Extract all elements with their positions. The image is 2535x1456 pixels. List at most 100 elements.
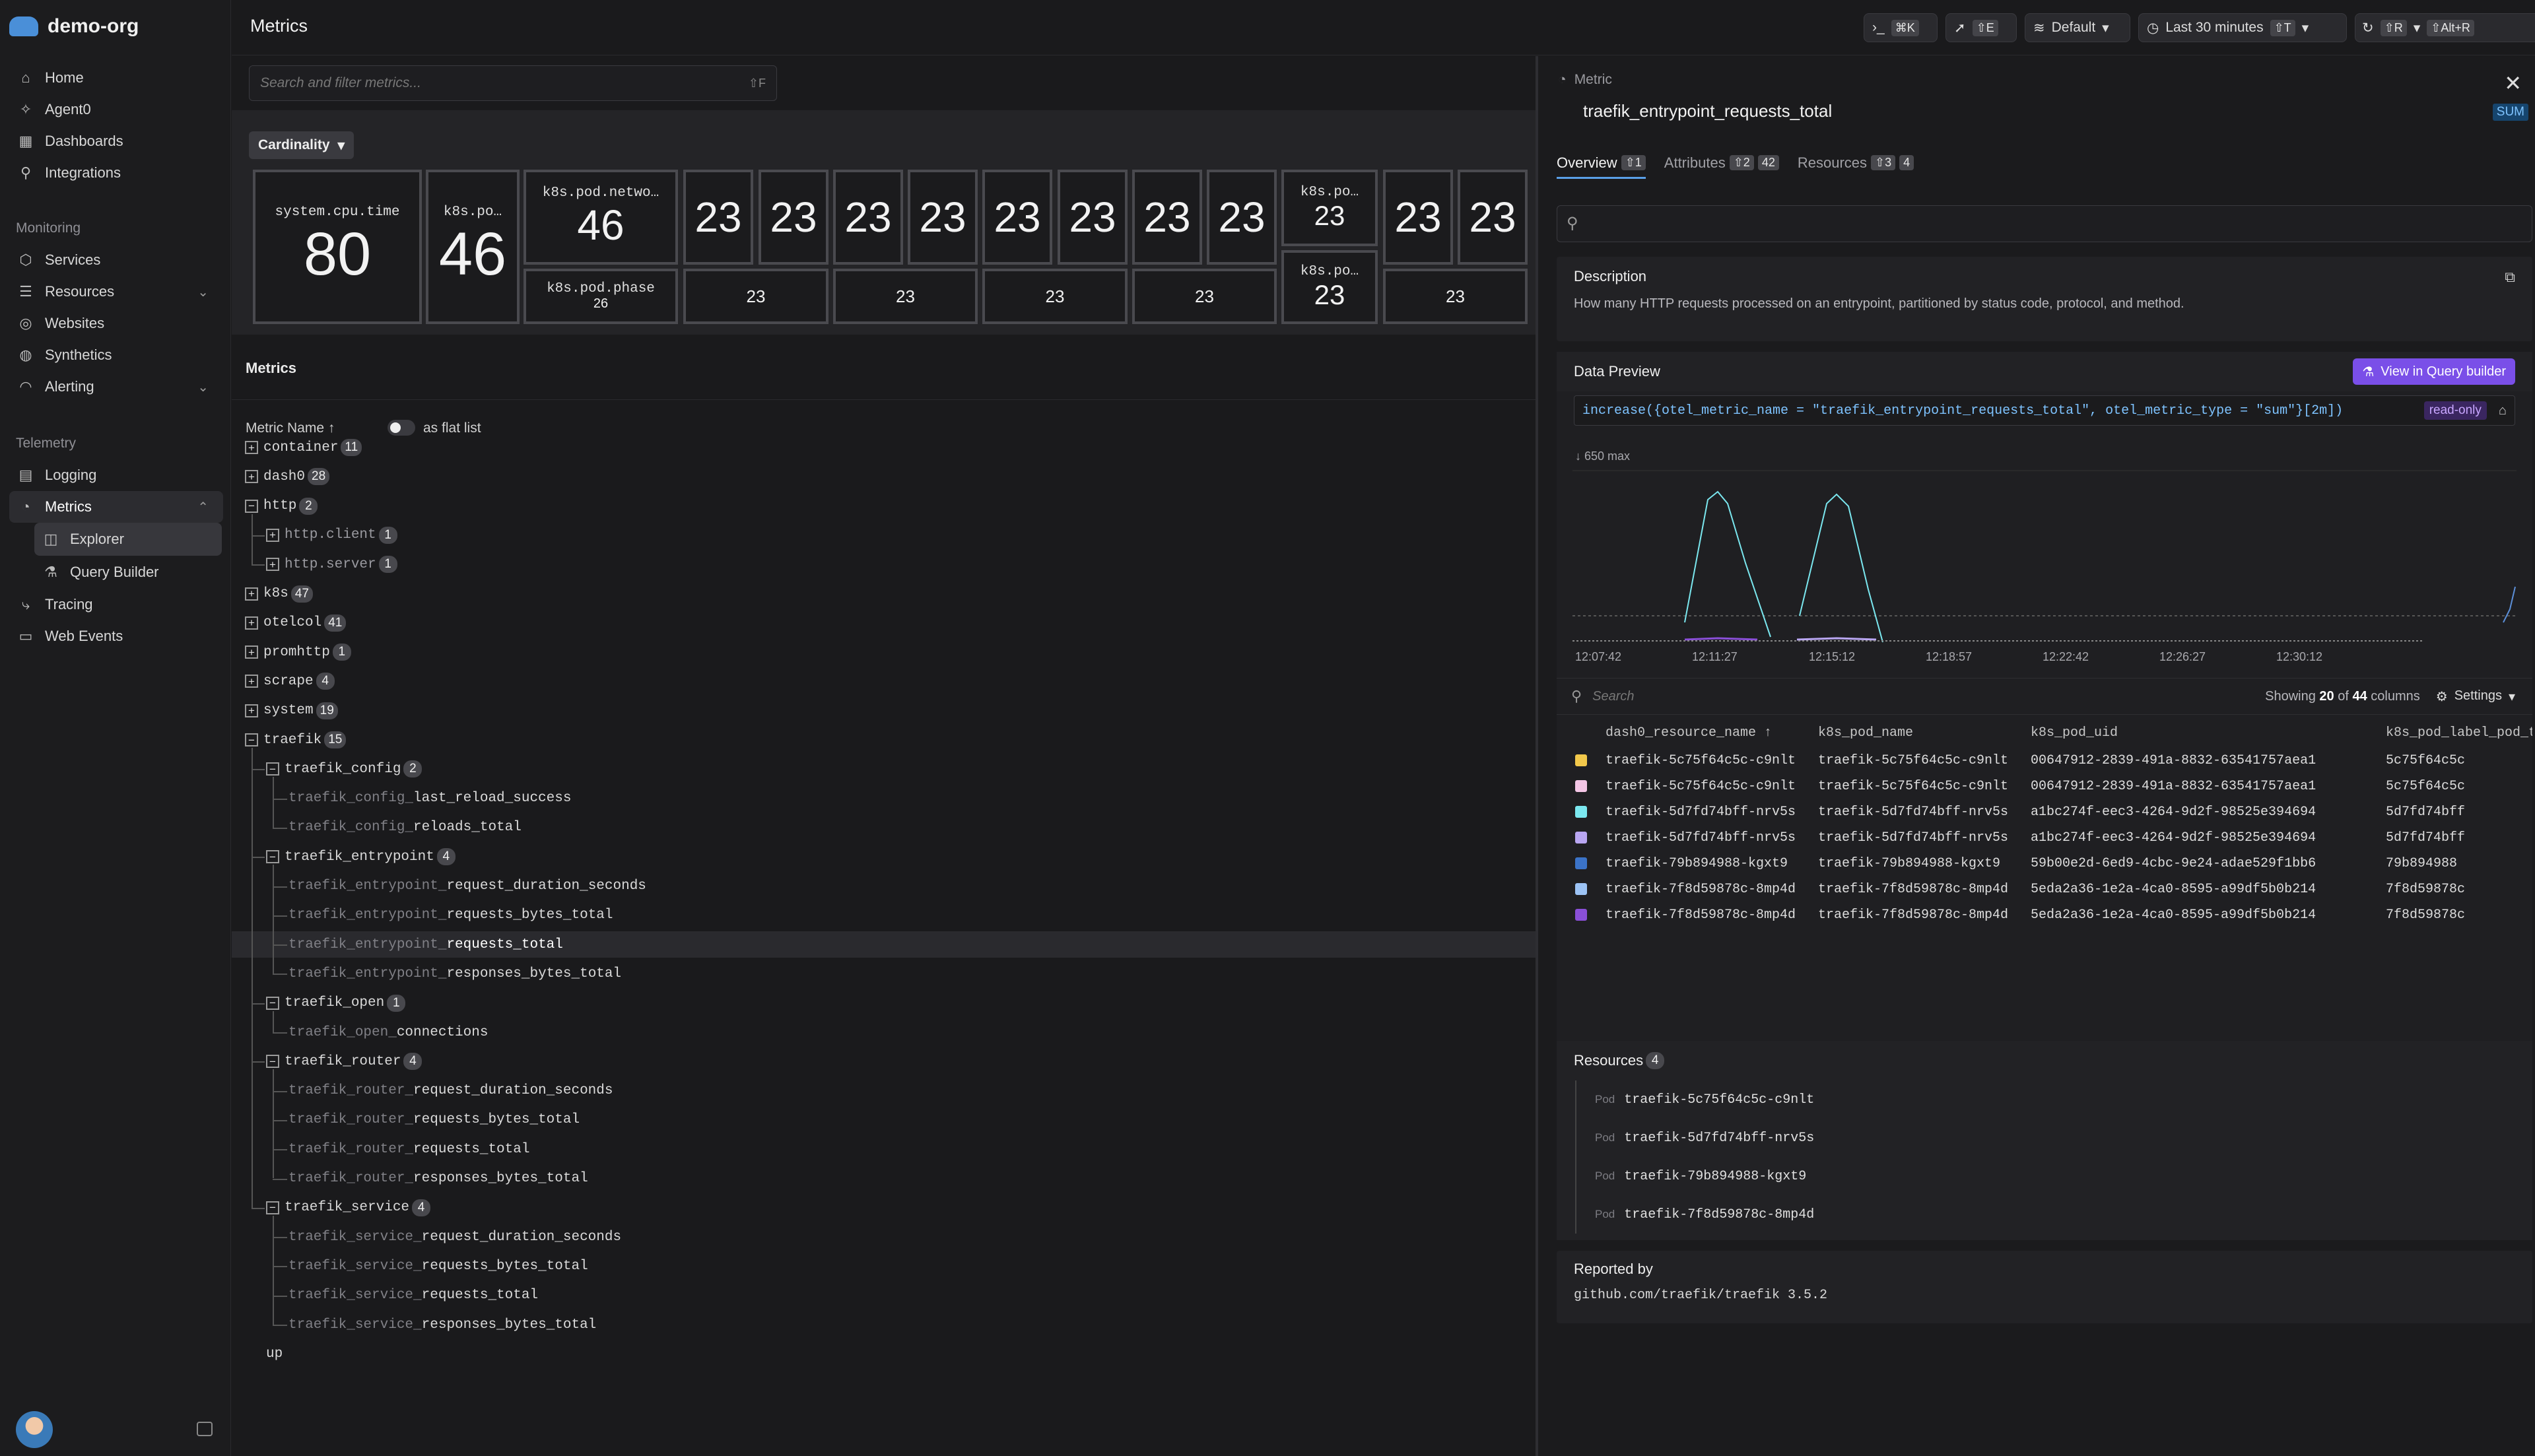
- collapse-icon[interactable]: −: [266, 1055, 279, 1069]
- metric-group[interactable]: − traefik_open 1: [232, 990, 1536, 1016]
- table-row[interactable]: traefik-79b894988-kgxt9 traefik-79b894988…: [1557, 852, 2532, 878]
- query-expression[interactable]: increase({otel_metric_name = "traefik_en…: [1574, 395, 2515, 426]
- cardinality-tile[interactable]: 23: [683, 269, 828, 324]
- events-button[interactable]: ➚ ⇧E: [1945, 13, 2017, 42]
- metric-leaf[interactable]: traefik_service_ requests_bytes_total: [232, 1253, 1536, 1279]
- column-header[interactable]: dash0_resource_name ↑: [1606, 725, 1772, 741]
- metric-leaf[interactable]: traefik_service_ requests_total: [232, 1282, 1536, 1309]
- metric-leaf[interactable]: traefik_entrypoint_ requests_total: [232, 931, 1536, 958]
- collapse-icon[interactable]: −: [266, 762, 279, 776]
- cardinality-tile[interactable]: 23: [1383, 170, 1453, 265]
- column-header[interactable]: k8s_pod_name: [1818, 725, 1913, 741]
- sidebar-item-home[interactable]: ⌂ Home: [9, 62, 223, 94]
- metric-group[interactable]: − http 2: [232, 493, 1536, 519]
- resource-item[interactable]: Pod traefik-5c75f64c5c-c9nlt: [1575, 1080, 2532, 1119]
- cardinality-tile[interactable]: k8s.pod.phase 26: [524, 269, 678, 324]
- table-row[interactable]: traefik-5d7fd74bff-nrv5s traefik-5d7fd74b…: [1557, 801, 2532, 826]
- table-row[interactable]: traefik-5d7fd74bff-nrv5s traefik-5d7fd74b…: [1557, 826, 2532, 852]
- cardinality-tile[interactable]: 23: [982, 170, 1052, 265]
- metric-group[interactable]: + http.server 1: [232, 551, 1536, 578]
- resource-item[interactable]: Pod traefik-79b894988-kgxt9: [1575, 1157, 2532, 1195]
- metric-group[interactable]: + system 19: [232, 698, 1536, 724]
- cardinality-tile[interactable]: 23: [833, 170, 903, 265]
- metric-leaf[interactable]: traefik_router_ requests_total: [232, 1136, 1536, 1162]
- expand-icon[interactable]: +: [245, 675, 258, 688]
- expand-icon[interactable]: +: [245, 616, 258, 630]
- time-range-picker[interactable]: ◷ Last 30 minutes ⇧T ▾: [2138, 13, 2347, 42]
- metric-leaf[interactable]: traefik_config_ last_reload_success: [232, 785, 1536, 812]
- metric-group[interactable]: + otelcol 41: [232, 610, 1536, 636]
- chevron-down-icon[interactable]: ⌄: [197, 284, 209, 300]
- hat-icon[interactable]: ⌂: [2499, 403, 2507, 418]
- view-in-query-builder-button[interactable]: ⚗ View in Query builder: [2353, 358, 2515, 385]
- collapse-icon[interactable]: −: [266, 850, 279, 864]
- table-row[interactable]: traefik-7f8d59878c-8mp4d traefik-7f8d5987…: [1557, 878, 2532, 904]
- expand-icon[interactable]: +: [245, 441, 258, 454]
- sidebar-item-dashboards[interactable]: ▦ Dashboards: [9, 125, 223, 157]
- caret-down-icon[interactable]: ▾: [2414, 20, 2421, 36]
- cardinality-tile[interactable]: k8s.po… 23: [1281, 170, 1378, 246]
- sidebar-item-tracing[interactable]: ⤷ Tracing: [9, 589, 223, 620]
- collapse-icon[interactable]: −: [245, 499, 258, 513]
- cardinality-tile[interactable]: 23: [833, 269, 978, 324]
- cardinality-tile[interactable]: k8s.pod.netwo… 46: [524, 170, 678, 265]
- cardinality-tile[interactable]: 23: [1207, 170, 1277, 265]
- cardinality-tile[interactable]: k8s.po… 23: [1281, 250, 1378, 324]
- metric-leaf[interactable]: up: [232, 1340, 1536, 1367]
- metric-group[interactable]: + http.client 1: [232, 522, 1536, 548]
- org-switcher[interactable]: demo-org: [9, 13, 139, 40]
- tab-attributes[interactable]: Attributes ⇧2 42: [1664, 149, 1779, 179]
- sidebar-item-explorer[interactable]: ◫ Explorer: [34, 523, 222, 556]
- collapse-icon[interactable]: −: [266, 1201, 279, 1214]
- cardinality-tile[interactable]: 23: [1132, 269, 1277, 324]
- data-preview-chart[interactable]: [1572, 457, 2517, 642]
- close-icon[interactable]: ✕: [2504, 71, 2522, 96]
- cardinality-dropdown[interactable]: Cardinality ▾: [249, 131, 355, 159]
- cardinality-tile[interactable]: system.cpu.time 80: [253, 170, 422, 324]
- metric-leaf[interactable]: traefik_open_ connections: [232, 1019, 1536, 1045]
- metric-group[interactable]: + container 11: [232, 434, 1536, 461]
- metric-leaf[interactable]: traefik_entrypoint_ requests_bytes_total: [232, 902, 1536, 929]
- table-row[interactable]: traefik-7f8d59878c-8mp4d traefik-7f8d5987…: [1557, 904, 2532, 929]
- tab-resources[interactable]: Resources ⇧3 4: [1798, 149, 1914, 179]
- copy-icon[interactable]: ⧉: [2505, 269, 2515, 286]
- expand-icon[interactable]: +: [245, 587, 258, 601]
- metric-group[interactable]: − traefik_service 4: [232, 1195, 1536, 1221]
- cardinality-tile[interactable]: 23: [908, 170, 978, 265]
- metric-search-input[interactable]: Search and filter metrics... ⇧F: [249, 65, 777, 101]
- metric-leaf[interactable]: traefik_service_ responses_bytes_total: [232, 1311, 1536, 1338]
- table-search-input[interactable]: Search: [1592, 689, 1634, 704]
- collapse-sidebar-icon[interactable]: [197, 1422, 213, 1436]
- table-row[interactable]: traefik-5c75f64c5c-c9nlt traefik-5c75f64c…: [1557, 775, 2532, 801]
- sidebar-item-integrations[interactable]: ⚲ Integrations: [9, 157, 223, 189]
- flat-list-toggle[interactable]: [388, 420, 415, 436]
- metric-leaf[interactable]: traefik_router_ request_duration_seconds: [232, 1078, 1536, 1104]
- metric-leaf[interactable]: traefik_entrypoint_ responses_bytes_total: [232, 960, 1536, 987]
- command-palette-button[interactable]: ›_ ⌘K: [1864, 13, 1938, 42]
- resource-item[interactable]: Pod traefik-5d7fd74bff-nrv5s: [1575, 1119, 2532, 1157]
- cardinality-tile[interactable]: 23: [1058, 170, 1128, 265]
- sidebar-item-alerting[interactable]: ◠ Alerting ⌄: [9, 371, 223, 403]
- expand-icon[interactable]: +: [266, 558, 279, 572]
- resource-item[interactable]: Pod traefik-7f8d59878c-8mp4d: [1575, 1195, 2532, 1234]
- sidebar-item-resources[interactable]: ☰ Resources ⌄: [9, 276, 223, 308]
- cardinality-tile[interactable]: 23: [1383, 269, 1528, 324]
- dataset-selector[interactable]: ≋ Default ▾: [2025, 13, 2130, 42]
- metric-leaf[interactable]: traefik_config_ reloads_total: [232, 814, 1536, 841]
- metric-leaf[interactable]: traefik_router_ responses_bytes_total: [232, 1166, 1536, 1192]
- metric-group[interactable]: − traefik_entrypoint 4: [232, 844, 1536, 870]
- expand-icon[interactable]: +: [266, 528, 279, 542]
- metric-group[interactable]: − traefik 15: [232, 727, 1536, 753]
- metric-leaf[interactable]: traefik_entrypoint_ request_duration_seco…: [232, 873, 1536, 900]
- sidebar-item-services[interactable]: ⬡ Services: [9, 244, 223, 276]
- settings-dropdown[interactable]: ⚙ Settings ▾: [2436, 688, 2515, 705]
- sidebar-item-agent0[interactable]: ✧ Agent0: [9, 94, 223, 125]
- cardinality-tile[interactable]: 23: [1132, 170, 1202, 265]
- metric-group[interactable]: + k8s 47: [232, 581, 1536, 607]
- metric-group[interactable]: + scrape 4: [232, 668, 1536, 694]
- collapse-icon[interactable]: −: [266, 996, 279, 1010]
- metric-group[interactable]: + dash0 28: [232, 463, 1536, 490]
- refresh-controls[interactable]: ↻ ⇧R ▾ ⇧Alt+R: [2355, 13, 2535, 42]
- metric-leaf[interactable]: traefik_router_ requests_bytes_total: [232, 1107, 1536, 1133]
- cardinality-tile[interactable]: k8s.po… 46: [426, 170, 520, 324]
